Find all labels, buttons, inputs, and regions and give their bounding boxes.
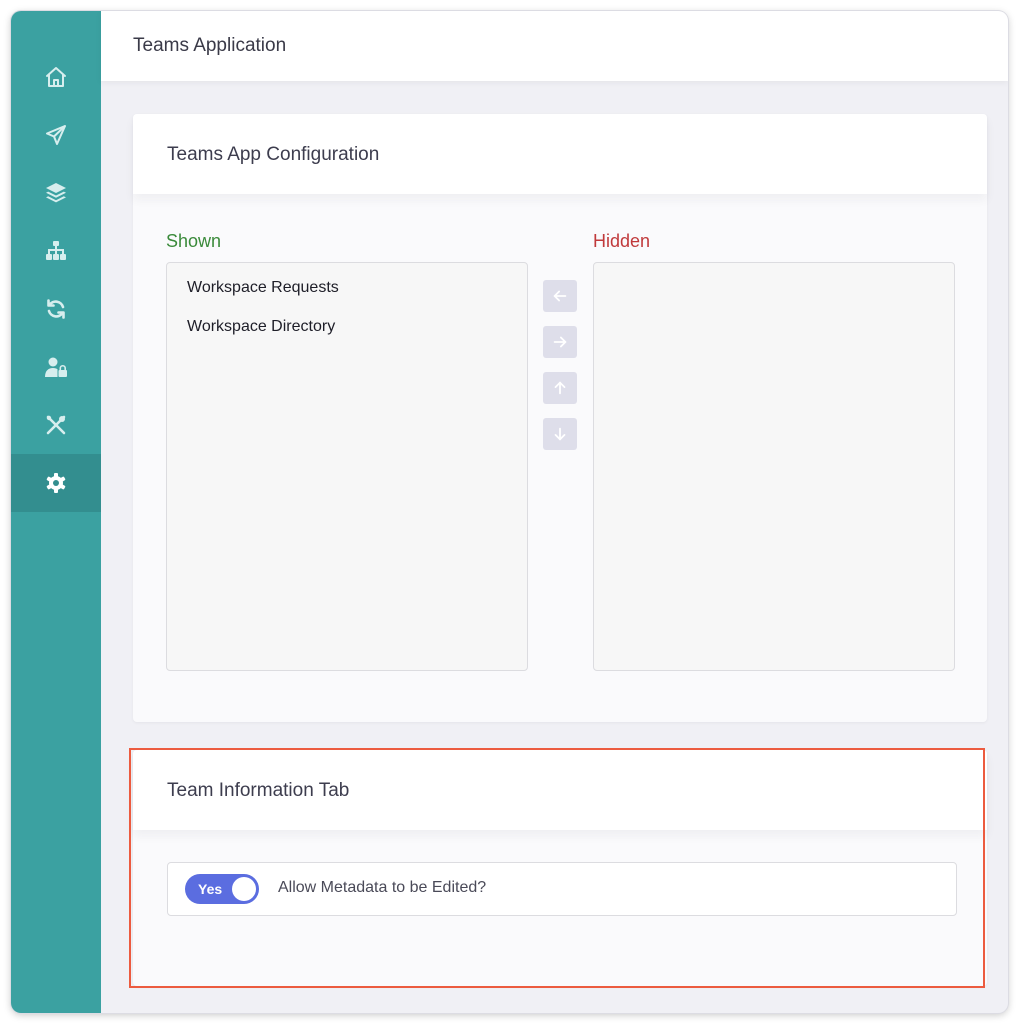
list-item[interactable]: Workspace Directory bbox=[187, 318, 335, 336]
top-bar: Teams Application bbox=[101, 11, 1008, 81]
sync-icon bbox=[47, 299, 65, 319]
sidebar-item-sync[interactable] bbox=[11, 280, 101, 338]
toggle-description: Allow Metadata to be Edited? bbox=[278, 879, 487, 896]
shown-list[interactable]: Workspace Requests Workspace Directory bbox=[166, 262, 528, 671]
move-up-button[interactable] bbox=[543, 372, 577, 404]
card-title: Team Information Tab bbox=[167, 780, 350, 801]
arrow-down-icon bbox=[554, 427, 566, 441]
teams-app-configuration-card: Teams App Configuration Shown Hidden Wor… bbox=[133, 114, 987, 722]
home-icon bbox=[46, 67, 66, 87]
user-lock-icon bbox=[45, 357, 67, 377]
layers-icon bbox=[46, 183, 66, 203]
toggle-state-label: Yes bbox=[198, 881, 223, 897]
arrow-up-icon bbox=[554, 381, 566, 395]
move-down-button[interactable] bbox=[543, 418, 577, 450]
toggle-knob bbox=[232, 877, 256, 901]
sidebar-item-home[interactable] bbox=[11, 48, 101, 106]
app-window: Teams Application Teams App Configuratio… bbox=[11, 11, 1008, 1013]
tools-icon bbox=[46, 415, 66, 435]
move-right-button[interactable] bbox=[543, 326, 577, 358]
card-header: Team Information Tab bbox=[133, 750, 987, 830]
team-information-tab-card: Team Information Tab Yes Allow Metadata … bbox=[133, 750, 987, 986]
sidebar-item-tools[interactable] bbox=[11, 396, 101, 454]
page-title: Teams Application bbox=[133, 35, 287, 56]
sidebar-item-user-access[interactable] bbox=[11, 338, 101, 396]
sidebar bbox=[11, 11, 101, 1013]
card-title: Teams App Configuration bbox=[167, 144, 380, 165]
hidden-list-label: Hidden bbox=[593, 231, 651, 251]
list-item[interactable]: Workspace Requests bbox=[187, 279, 339, 297]
arrow-left-icon bbox=[553, 290, 567, 302]
move-left-button[interactable] bbox=[543, 280, 577, 312]
sidebar-item-hierarchy[interactable] bbox=[11, 222, 101, 280]
hidden-list[interactable] bbox=[593, 262, 955, 671]
gear-icon bbox=[46, 473, 66, 493]
arrow-right-icon bbox=[553, 336, 567, 348]
metadata-edit-toggle[interactable]: Yes bbox=[185, 874, 259, 904]
sidebar-item-layers[interactable] bbox=[11, 164, 101, 222]
metadata-edit-setting-row: Yes Allow Metadata to be Edited? bbox=[167, 862, 957, 916]
shown-list-label: Shown bbox=[166, 231, 222, 251]
sidebar-item-settings[interactable] bbox=[11, 454, 101, 512]
sitemap-icon bbox=[46, 241, 66, 260]
card-header: Teams App Configuration bbox=[133, 114, 987, 194]
paper-plane-icon bbox=[46, 125, 66, 145]
sidebar-item-send[interactable] bbox=[11, 106, 101, 164]
